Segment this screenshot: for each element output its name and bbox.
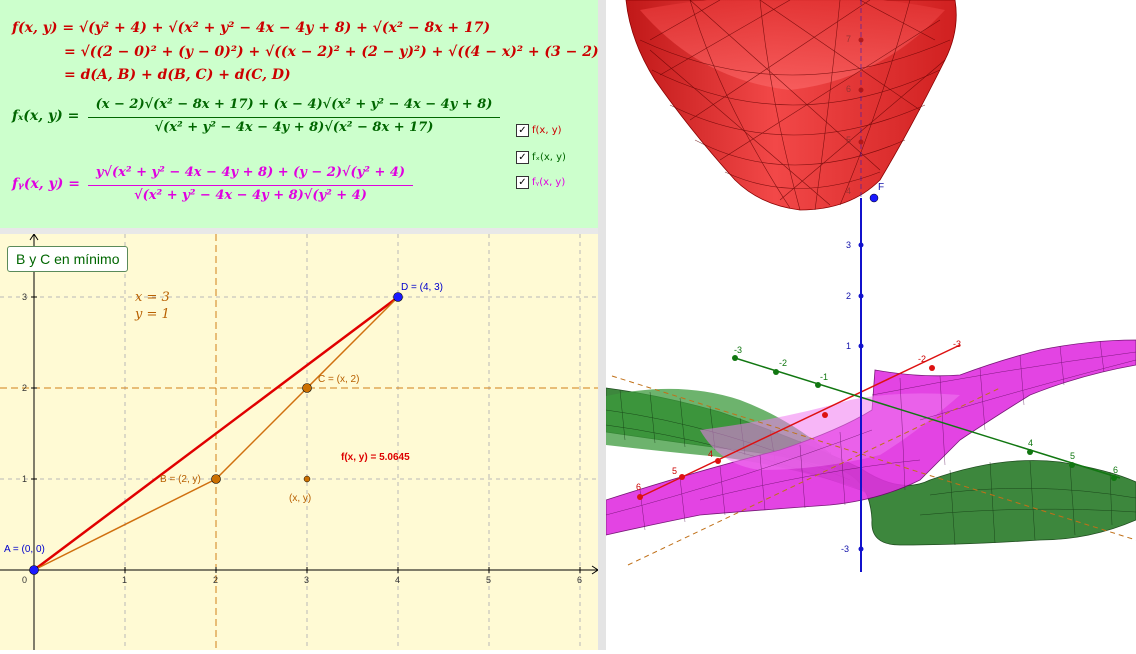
point-C[interactable] [302, 383, 312, 393]
axis-ticks [31, 296, 581, 573]
y-tick-label: 1 [22, 474, 27, 484]
f-definition-line1: f(x, y) = √(y² + 4) + √(x² + y² − 4x − 4… [12, 20, 491, 36]
y-tick-label: 3 [22, 292, 27, 302]
f-value-text: f(x, y) = 5.0645 [341, 452, 410, 463]
surface-f[interactable] [625, 0, 957, 211]
point-B[interactable] [211, 474, 221, 484]
z-tick-label-3d: 7 [846, 34, 851, 44]
x-tick-label: 3 [304, 575, 309, 585]
fx-fraction-bar [88, 117, 500, 118]
x-tick-label: 5 [486, 575, 491, 585]
point-xy[interactable] [303, 475, 311, 483]
x-tick-label: 2 [213, 575, 218, 585]
f-definition-line3: = d(A, B) + d(B, C) + d(C, D) [64, 67, 291, 83]
x-tick-label-3d: -3 [953, 339, 961, 349]
point-A[interactable] [29, 565, 39, 575]
fy-numerator: y√(x² + y² − 4x − 4y + 8) + (y − 2)√(y² … [95, 165, 406, 180]
checkbox-fy-label: fᵧ(x, y) [532, 177, 566, 188]
checkbox-f-label: f(x, y) [532, 125, 562, 136]
fx-denominator: √(x² + y² − 4x − 4y + 8)√(x² − 8x + 17) [154, 120, 434, 135]
view-divider[interactable] [598, 0, 606, 650]
x-tick-label: 0 [22, 575, 27, 585]
checkbox-fy[interactable]: ✓ fᵧ(x, y) [516, 176, 565, 189]
grid-lines [0, 234, 598, 650]
y-tick-label-3d: -1 [820, 372, 828, 382]
graphics-3d-view[interactable]: 6 5 4 -2 -3 -3 -2 -1 4 5 6 7 6 5 4 3 2 1… [605, 0, 1136, 650]
label-point-F: F [878, 182, 884, 193]
x-tick-label: 1 [122, 575, 127, 585]
fx-lhs: fₓ(x, y) = [12, 108, 80, 124]
x-tick-label-3d: 4 [708, 449, 713, 459]
y-tick-label-3d: 6 [1113, 465, 1118, 475]
graph-2d-canvas[interactable]: 0 1 2 3 4 5 6 1 2 3 A = (0, 0) D = (4, 3… [0, 233, 599, 650]
y-tick-label-3d: 4 [1028, 438, 1033, 448]
label-point-xy: (x, y) [289, 493, 311, 504]
checkbox-fy-box[interactable]: ✓ [516, 176, 529, 189]
checkbox-fx-box[interactable]: ✓ [516, 151, 529, 164]
point-F-3d[interactable] [869, 193, 879, 203]
graph-3d-canvas[interactable]: 6 5 4 -2 -3 -3 -2 -1 4 5 6 7 6 5 4 3 2 1… [605, 0, 1136, 650]
equation-y: y = 1 [134, 307, 170, 322]
label-point-C: C = (x, 2) [318, 374, 359, 385]
z-tick-label-3d: 1 [846, 341, 851, 351]
label-point-D: D = (4, 3) [401, 282, 443, 293]
checkbox-f[interactable]: ✓ f(x, y) [516, 124, 562, 137]
z-tick-label-3d: 6 [846, 84, 851, 94]
y-tick-label-3d: 5 [1070, 451, 1075, 461]
z-tick-label-3d: 4 [846, 186, 851, 196]
y-tick-label-3d: -3 [734, 345, 742, 355]
fx-numerator: (x − 2)√(x² − 8x + 17) + (x − 4)√(x² + y… [95, 97, 493, 112]
label-point-B: B = (2, y) [160, 474, 201, 485]
f-definition-line2: = √((2 − 0)² + (y − 0)²) + √((x − 2)² + … [64, 44, 598, 60]
z-tick-label-3d: 2 [846, 291, 851, 301]
graphics-2d-view[interactable]: 0 1 2 3 4 5 6 1 2 3 A = (0, 0) D = (4, 3… [0, 233, 599, 650]
x-tick-label-3d: 6 [636, 482, 641, 492]
z-tick-label-3d: 3 [846, 240, 851, 250]
label-point-A: A = (0, 0) [4, 544, 45, 555]
z-tick-label-3d: 5 [846, 135, 851, 145]
algebra-view: f(x, y) = √(y² + 4) + √(x² + y² − 4x − 4… [0, 0, 598, 228]
y-tick-label: 2 [22, 383, 27, 393]
equation-x: x = 3 [135, 290, 170, 305]
minimum-button[interactable]: B y C en mínimo [7, 246, 129, 272]
fy-denominator: √(x² + y² − 4x − 4y + 8)√(y² + 4) [134, 188, 367, 203]
fy-lhs: fᵧ(x, y) = [12, 176, 80, 192]
point-D[interactable] [393, 292, 403, 302]
checkbox-fx[interactable]: ✓ fₓ(x, y) [516, 151, 566, 164]
fy-fraction-bar [88, 185, 413, 186]
y-tick-label-3d: -2 [779, 358, 787, 368]
x-tick-label: 4 [395, 575, 400, 585]
x-tick-label: 6 [577, 575, 582, 585]
x-tick-label-3d: -2 [918, 354, 926, 364]
checkbox-fx-label: fₓ(x, y) [532, 152, 566, 163]
checkbox-f-box[interactable]: ✓ [516, 124, 529, 137]
z-tick-label-3d: -3 [841, 544, 849, 554]
x-tick-label-3d: 5 [672, 466, 677, 476]
